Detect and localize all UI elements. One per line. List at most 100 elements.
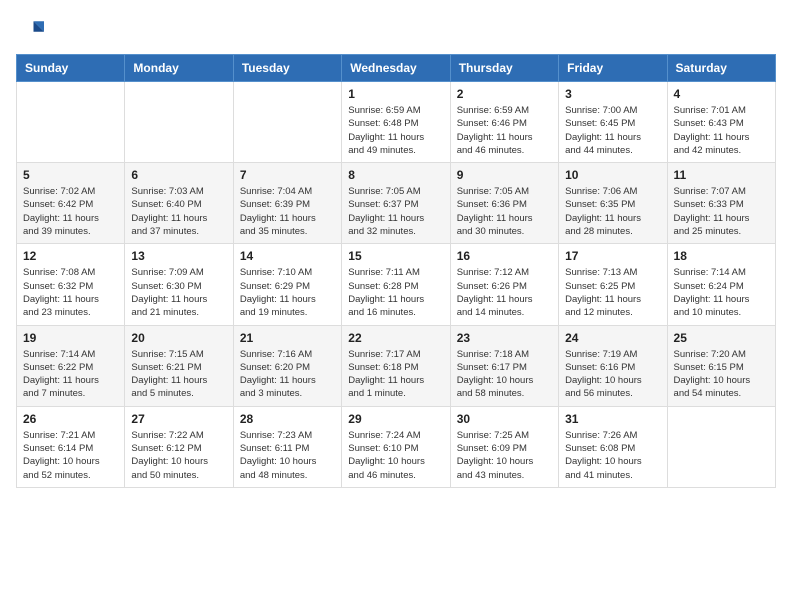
day-info: Sunrise: 7:14 AM Sunset: 6:24 PM Dayligh… — [674, 266, 769, 319]
day-number: 29 — [348, 412, 443, 426]
calendar-table: SundayMondayTuesdayWednesdayThursdayFrid… — [16, 54, 776, 488]
day-cell-22: 22 Sunrise: 7:17 AM Sunset: 6:18 PM Dayli… — [342, 325, 450, 406]
empty-cell — [233, 82, 341, 163]
day-info: Sunrise: 7:12 AM Sunset: 6:26 PM Dayligh… — [457, 266, 552, 319]
day-info: Sunrise: 7:25 AM Sunset: 6:09 PM Dayligh… — [457, 429, 552, 482]
day-number: 25 — [674, 331, 769, 345]
day-number: 21 — [240, 331, 335, 345]
day-info: Sunrise: 7:19 AM Sunset: 6:16 PM Dayligh… — [565, 348, 660, 401]
day-number: 17 — [565, 249, 660, 263]
day-number: 15 — [348, 249, 443, 263]
day-cell-31: 31 Sunrise: 7:26 AM Sunset: 6:08 PM Dayli… — [559, 406, 667, 487]
day-cell-7: 7 Sunrise: 7:04 AM Sunset: 6:39 PM Daylig… — [233, 163, 341, 244]
day-info: Sunrise: 7:13 AM Sunset: 6:25 PM Dayligh… — [565, 266, 660, 319]
empty-cell — [17, 82, 125, 163]
day-number: 14 — [240, 249, 335, 263]
logo — [16, 16, 48, 44]
week-row-1: 1Sunrise: 6:59 AM Sunset: 6:48 PM Daylig… — [17, 82, 776, 163]
day-number: 5 — [23, 168, 118, 182]
day-info: Sunrise: 7:03 AM Sunset: 6:40 PM Dayligh… — [131, 185, 226, 238]
day-number: 9 — [457, 168, 552, 182]
day-number: 24 — [565, 331, 660, 345]
day-cell-12: 12 Sunrise: 7:08 AM Sunset: 6:32 PM Dayli… — [17, 244, 125, 325]
weekday-header-tuesday: Tuesday — [233, 55, 341, 82]
day-info: Sunrise: 7:17 AM Sunset: 6:18 PM Dayligh… — [348, 348, 443, 401]
week-row-5: 26Sunrise: 7:21 AM Sunset: 6:14 PM Dayli… — [17, 406, 776, 487]
day-info: Sunrise: 7:04 AM Sunset: 6:39 PM Dayligh… — [240, 185, 335, 238]
empty-cell — [667, 406, 775, 487]
day-number: 27 — [131, 412, 226, 426]
day-number: 16 — [457, 249, 552, 263]
day-cell-9: 9 Sunrise: 7:05 AM Sunset: 6:36 PM Daylig… — [450, 163, 558, 244]
day-cell-29: 29 Sunrise: 7:24 AM Sunset: 6:10 PM Dayli… — [342, 406, 450, 487]
day-number: 31 — [565, 412, 660, 426]
day-info: Sunrise: 7:14 AM Sunset: 6:22 PM Dayligh… — [23, 348, 118, 401]
empty-cell — [125, 82, 233, 163]
day-cell-21: 21 Sunrise: 7:16 AM Sunset: 6:20 PM Dayli… — [233, 325, 341, 406]
week-row-3: 12 Sunrise: 7:08 AM Sunset: 6:32 PM Dayli… — [17, 244, 776, 325]
day-cell-2: 2 Sunrise: 6:59 AM Sunset: 6:46 PM Daylig… — [450, 82, 558, 163]
day-number: 10 — [565, 168, 660, 182]
day-info: Sunrise: 6:59 AM Sunset: 6:48 PM Dayligh… — [348, 104, 443, 157]
day-info: Sunrise: 7:08 AM Sunset: 6:32 PM Dayligh… — [23, 266, 118, 319]
day-info: Sunrise: 7:10 AM Sunset: 6:29 PM Dayligh… — [240, 266, 335, 319]
day-number: 2 — [457, 87, 552, 101]
day-number: 18 — [674, 249, 769, 263]
day-cell-24: 24 Sunrise: 7:19 AM Sunset: 6:16 PM Dayli… — [559, 325, 667, 406]
day-number: 28 — [240, 412, 335, 426]
day-info: Sunrise: 7:20 AM Sunset: 6:15 PM Dayligh… — [674, 348, 769, 401]
weekday-header-sunday: Sunday — [17, 55, 125, 82]
day-cell-20: 20 Sunrise: 7:15 AM Sunset: 6:21 PM Dayli… — [125, 325, 233, 406]
day-number: 3 — [565, 87, 660, 101]
weekday-header-friday: Friday — [559, 55, 667, 82]
day-cell-10: 10 Sunrise: 7:06 AM Sunset: 6:35 PM Dayli… — [559, 163, 667, 244]
day-number: 6 — [131, 168, 226, 182]
day-info: Sunrise: 7:07 AM Sunset: 6:33 PM Dayligh… — [674, 185, 769, 238]
day-info: Sunrise: 7:26 AM Sunset: 6:08 PM Dayligh… — [565, 429, 660, 482]
day-cell-1: 1Sunrise: 6:59 AM Sunset: 6:48 PM Daylig… — [342, 82, 450, 163]
day-number: 30 — [457, 412, 552, 426]
day-number: 13 — [131, 249, 226, 263]
day-number: 19 — [23, 331, 118, 345]
day-info: Sunrise: 7:24 AM Sunset: 6:10 PM Dayligh… — [348, 429, 443, 482]
day-cell-15: 15 Sunrise: 7:11 AM Sunset: 6:28 PM Dayli… — [342, 244, 450, 325]
weekday-header-monday: Monday — [125, 55, 233, 82]
day-cell-19: 19 Sunrise: 7:14 AM Sunset: 6:22 PM Dayli… — [17, 325, 125, 406]
day-number: 20 — [131, 331, 226, 345]
day-number: 23 — [457, 331, 552, 345]
day-info: Sunrise: 6:59 AM Sunset: 6:46 PM Dayligh… — [457, 104, 552, 157]
day-cell-28: 28 Sunrise: 7:23 AM Sunset: 6:11 PM Dayli… — [233, 406, 341, 487]
week-row-2: 5 Sunrise: 7:02 AM Sunset: 6:42 PM Daylig… — [17, 163, 776, 244]
logo-icon — [16, 16, 44, 44]
day-cell-11: 11Sunrise: 7:07 AM Sunset: 6:33 PM Dayli… — [667, 163, 775, 244]
day-cell-26: 26Sunrise: 7:21 AM Sunset: 6:14 PM Dayli… — [17, 406, 125, 487]
day-info: Sunrise: 7:09 AM Sunset: 6:30 PM Dayligh… — [131, 266, 226, 319]
day-number: 22 — [348, 331, 443, 345]
day-cell-17: 17 Sunrise: 7:13 AM Sunset: 6:25 PM Dayli… — [559, 244, 667, 325]
day-info: Sunrise: 7:05 AM Sunset: 6:36 PM Dayligh… — [457, 185, 552, 238]
day-number: 7 — [240, 168, 335, 182]
day-cell-23: 23 Sunrise: 7:18 AM Sunset: 6:17 PM Dayli… — [450, 325, 558, 406]
day-info: Sunrise: 7:15 AM Sunset: 6:21 PM Dayligh… — [131, 348, 226, 401]
day-cell-3: 3 Sunrise: 7:00 AM Sunset: 6:45 PM Daylig… — [559, 82, 667, 163]
day-info: Sunrise: 7:02 AM Sunset: 6:42 PM Dayligh… — [23, 185, 118, 238]
day-cell-25: 25 Sunrise: 7:20 AM Sunset: 6:15 PM Dayli… — [667, 325, 775, 406]
day-info: Sunrise: 7:00 AM Sunset: 6:45 PM Dayligh… — [565, 104, 660, 157]
day-info: Sunrise: 7:23 AM Sunset: 6:11 PM Dayligh… — [240, 429, 335, 482]
day-cell-8: 8Sunrise: 7:05 AM Sunset: 6:37 PM Daylig… — [342, 163, 450, 244]
day-cell-27: 27 Sunrise: 7:22 AM Sunset: 6:12 PM Dayli… — [125, 406, 233, 487]
day-info: Sunrise: 7:18 AM Sunset: 6:17 PM Dayligh… — [457, 348, 552, 401]
day-cell-18: 18 Sunrise: 7:14 AM Sunset: 6:24 PM Dayli… — [667, 244, 775, 325]
weekday-header-thursday: Thursday — [450, 55, 558, 82]
day-info: Sunrise: 7:16 AM Sunset: 6:20 PM Dayligh… — [240, 348, 335, 401]
day-number: 4 — [674, 87, 769, 101]
day-info: Sunrise: 7:05 AM Sunset: 6:37 PM Dayligh… — [348, 185, 443, 238]
day-number: 12 — [23, 249, 118, 263]
day-info: Sunrise: 7:11 AM Sunset: 6:28 PM Dayligh… — [348, 266, 443, 319]
weekday-header-wednesday: Wednesday — [342, 55, 450, 82]
day-info: Sunrise: 7:22 AM Sunset: 6:12 PM Dayligh… — [131, 429, 226, 482]
day-info: Sunrise: 7:06 AM Sunset: 6:35 PM Dayligh… — [565, 185, 660, 238]
day-cell-6: 6 Sunrise: 7:03 AM Sunset: 6:40 PM Daylig… — [125, 163, 233, 244]
week-row-4: 19 Sunrise: 7:14 AM Sunset: 6:22 PM Dayli… — [17, 325, 776, 406]
day-info: Sunrise: 7:01 AM Sunset: 6:43 PM Dayligh… — [674, 104, 769, 157]
